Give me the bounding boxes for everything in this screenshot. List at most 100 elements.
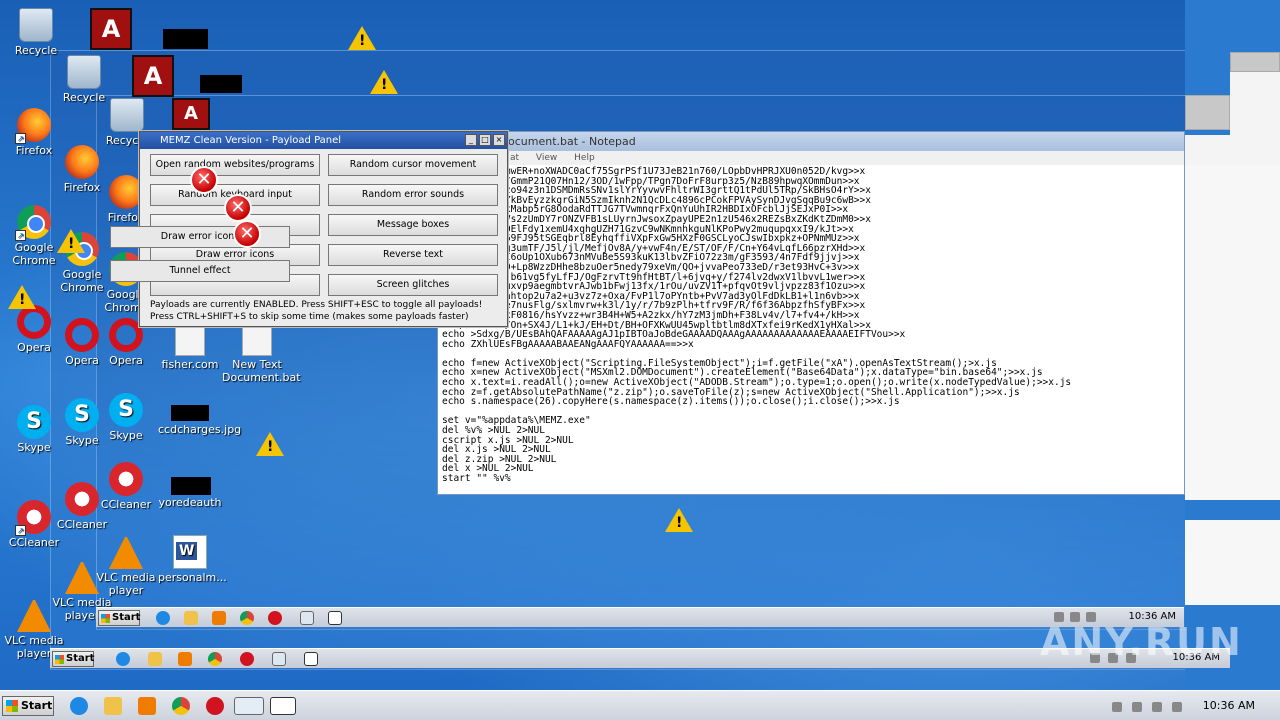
payload-panel-icon[interactable] (270, 697, 296, 715)
media-player-icon[interactable] (212, 611, 226, 625)
notepad-window[interactable]: ocument.bat - Notepad at View Help CALW0… (437, 131, 1185, 495)
taskbar: Start 10:36 AM (0, 690, 1280, 720)
desktop: Recycle ↗ Firefox ↗ Google Chrome Opera … (0, 0, 1280, 690)
glitch-taskbar-1: Start 10:36 AM (96, 607, 1184, 627)
reverse-text-button[interactable]: Reverse text (328, 244, 498, 266)
folder-icon[interactable] (148, 652, 162, 666)
clock[interactable]: 10:36 AM (1203, 699, 1255, 712)
speaker-icon[interactable] (1152, 702, 1162, 712)
ccleaner-icon (109, 462, 143, 496)
warning-icon: ! (57, 229, 85, 253)
glitch-bar-right-2 (1230, 52, 1280, 72)
opera-icon (17, 305, 51, 339)
ie-icon[interactable] (156, 611, 170, 625)
chrome-icon: ↗ (15, 205, 51, 241)
ccleaner-icon: ↗ (15, 500, 51, 536)
opera-icon[interactable] (268, 611, 282, 625)
recycle-bin-icon (19, 8, 53, 42)
folder-icon[interactable] (104, 697, 122, 715)
payload-status-text: Payloads are currently ENABLED. Press SH… (150, 300, 483, 310)
error-icon: ✕ (190, 166, 218, 194)
glitch-bar-right-3 (1230, 72, 1280, 138)
random-error-sounds-button[interactable]: Random error sounds (328, 184, 498, 206)
image-file-icon (171, 405, 209, 421)
screen-glitches-button[interactable]: Screen glitches (328, 274, 498, 296)
payload-hint-text: Press CTRL+SHIFT+S to skip some time (ma… (150, 312, 469, 322)
close-button[interactable]: × (493, 134, 505, 146)
start-button[interactable]: Start (2, 696, 54, 716)
open-websites-button[interactable]: Open random websites/programs (150, 154, 320, 176)
notepad-icon[interactable] (300, 611, 314, 625)
warning-icon: ! (8, 285, 36, 309)
error-icon: ✕ (224, 194, 252, 222)
firefox-icon: ↗ (15, 108, 51, 144)
notepad-menu-bar[interactable]: at View Help (438, 151, 1184, 165)
anyrun-watermark: ANY.RUN (1040, 620, 1243, 664)
warning-icon: ! (665, 508, 693, 532)
menu-view[interactable]: View (536, 153, 557, 163)
chrome-icon[interactable] (240, 611, 254, 625)
desktop-icon-skype-echo-2[interactable]: S Skype (94, 393, 158, 442)
media-player-icon[interactable] (178, 652, 192, 666)
glitch-bar-right-4 (1185, 95, 1230, 130)
ie-icon[interactable] (116, 652, 130, 666)
desktop-icon-word-doc[interactable]: personalm... (158, 535, 227, 584)
desktop-icon-jpg[interactable]: ccdcharges.jpg (158, 405, 241, 436)
menu-help[interactable]: Help (574, 153, 595, 163)
media-player-icon[interactable] (138, 697, 156, 715)
draw-error-icons-fragment: Draw error icons (110, 226, 290, 248)
message-boxes-button[interactable]: Message boxes (328, 214, 498, 236)
file-icon (175, 322, 205, 356)
ie-icon[interactable] (70, 697, 88, 715)
folder-icon[interactable] (184, 611, 198, 625)
panel-icon[interactable] (304, 652, 318, 666)
redacted-label (200, 75, 242, 93)
start-button[interactable]: Start (52, 651, 94, 667)
recycle-bin-icon (110, 98, 144, 132)
chrome-icon[interactable] (172, 697, 190, 715)
pdf-icon[interactable]: A (172, 98, 210, 130)
warning-icon: ! (370, 70, 398, 94)
desktop-icon-fisher[interactable]: fisher.com (158, 322, 222, 371)
network-icon[interactable] (1132, 702, 1142, 712)
pdf-icon[interactable]: A (132, 55, 174, 97)
warning-icon: ! (256, 432, 284, 456)
word-document-icon (173, 535, 207, 569)
redacted-label (171, 477, 211, 495)
gear-file-icon (242, 322, 272, 356)
vlc-icon (17, 598, 51, 632)
glitch-bar-right-7 (1185, 500, 1280, 520)
random-cursor-button[interactable]: Random cursor movement (328, 154, 498, 176)
redacted-label (163, 29, 208, 49)
desktop-icon-recycle-bin[interactable]: Recycle (4, 8, 68, 57)
tunnel-effect-fragment: Tunnel effect (110, 260, 290, 282)
minimize-button[interactable]: _ (465, 134, 477, 146)
show-hidden-icons-icon[interactable] (1112, 702, 1122, 712)
panel-icon[interactable] (328, 611, 342, 625)
notepad-icon[interactable] (234, 697, 264, 715)
firefox-icon (109, 175, 143, 209)
panel-title-bar[interactable]: MEMZ Clean Version - Payload Panel _ □ × (140, 132, 507, 149)
start-button[interactable]: Start (98, 610, 140, 626)
skype-icon: S (109, 393, 143, 427)
notepad-title[interactable]: ocument.bat - Notepad (438, 132, 1184, 151)
pdf-icon[interactable]: A (90, 8, 132, 50)
recycle-bin-icon (67, 55, 101, 89)
chrome-icon[interactable] (208, 652, 222, 666)
flag-icon[interactable] (1172, 702, 1182, 712)
desktop-icon-vlc-echo-2[interactable]: VLC media player (94, 535, 158, 597)
panel-title: MEMZ Clean Version - Payload Panel (160, 135, 342, 146)
opera-icon[interactable] (206, 697, 224, 715)
notepad-content[interactable]: CALW01oBQQBmwER+noXWADC0aCf75SgrPSf1U73J… (438, 165, 1184, 486)
firefox-icon (65, 145, 99, 179)
desktop-icon-recycle-bin-echo[interactable]: Recycle (52, 55, 116, 104)
desktop-icon-ccleaner-echo-2[interactable]: CCleaner (94, 462, 158, 511)
notepad-icon[interactable] (272, 652, 286, 666)
desktop-icon-bat-file[interactable]: New Text Document.bat (222, 322, 301, 384)
opera-icon[interactable] (240, 652, 254, 666)
glitch-bar-right-5 (1185, 135, 1280, 165)
menu-format[interactable]: at (510, 153, 519, 163)
skype-icon: S (17, 405, 51, 439)
maximize-button[interactable]: □ (479, 134, 491, 146)
warning-icon: ! (348, 26, 376, 50)
